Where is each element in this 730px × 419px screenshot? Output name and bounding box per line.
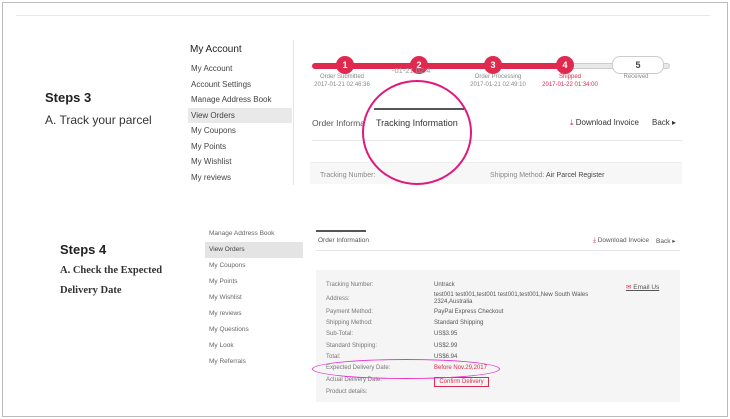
email-icon: ✉ — [626, 284, 632, 291]
steps3-title: Steps 3 — [45, 90, 92, 105]
steps3-subtitle: A. Track your parcel — [45, 113, 152, 127]
sidebar-heading: My Account — [190, 44, 242, 55]
chevron-right-icon: ▸ — [672, 118, 677, 127]
sidebar-item-account-settings[interactable]: Account Settings — [188, 77, 292, 93]
sidebar-item-my-reviews[interactable]: My reviews — [188, 170, 292, 186]
detail-label: Tracking Number: — [326, 282, 374, 288]
back-link[interactable]: Back ▸ — [656, 237, 676, 245]
sidebar-divider — [293, 40, 294, 185]
download-icon: ⤓ — [593, 237, 596, 244]
sidebar-item-my-account[interactable]: My Account — [188, 61, 292, 77]
detail-label: Standard Shipping: — [326, 343, 378, 349]
shipping-method-value: Air Parcel Register — [546, 172, 605, 179]
progress-step-1: 1 — [336, 56, 354, 74]
detail-value: PayPal Express Checkout — [434, 309, 504, 315]
email-us-link[interactable]: ✉ Email Us — [626, 283, 659, 291]
product-details-label: Product details: — [326, 389, 368, 395]
top-divider — [16, 15, 710, 16]
email-us-label: Email Us — [633, 284, 660, 291]
progress-step-5: 5 — [612, 56, 664, 74]
detail-label: Sub-Total: — [326, 331, 354, 337]
sidebar-item-manage-address-book[interactable]: Manage Address Book — [205, 226, 303, 242]
active-tab-indicator — [316, 230, 366, 232]
detail-label: Total: — [326, 354, 341, 360]
detail-label: Payment Method: — [326, 309, 374, 315]
sidebar-item-my-referrals[interactable]: My Referrals — [205, 354, 303, 370]
highlight-circle — [362, 80, 472, 185]
detail-label: Shipping Method: — [326, 320, 373, 326]
detail-value: test001 test001,test001 test001,test001,… — [434, 292, 589, 305]
sidebar-item-manage-address-book[interactable]: Manage Address Book — [188, 92, 292, 108]
detail-value: Standard Shipping — [434, 320, 484, 326]
back-label: Back — [652, 118, 670, 127]
download-icon: ⤓ — [570, 118, 574, 127]
step-3-label: Order Processing 2017-01-21 02:49:10 — [470, 74, 526, 88]
download-invoice-link[interactable]: ⤓ Download Invoice — [570, 118, 639, 128]
steps4-subtitle-line2: Delivery Date — [60, 285, 122, 296]
detail-value: Untrack — [434, 282, 455, 288]
tab-divider — [316, 250, 680, 251]
step3-sidebar: My Account My Account Account Settings M… — [188, 40, 292, 185]
confirm-delivery-button[interactable]: Confirm Delivery — [434, 377, 489, 387]
back-label: Back — [656, 238, 671, 245]
step-2-date-fragment: -01-21 02:4 — [392, 66, 431, 75]
tracking-number-label: Tracking Number: — [320, 172, 376, 179]
progress-step-3: 3 — [484, 56, 502, 74]
sidebar-item-view-orders[interactable]: View Orders — [205, 242, 303, 258]
detail-label: Address: — [326, 296, 350, 302]
sidebar-item-my-look[interactable]: My Look — [205, 338, 303, 354]
sidebar-item-my-coupons[interactable]: My Coupons — [188, 123, 292, 139]
download-invoice-label: Download Invoice — [597, 237, 649, 244]
steps4-subtitle-line1: A. Check the Expected — [60, 265, 163, 276]
shipping-method-label: Shipping Method: — [490, 172, 545, 179]
step-1-label: Order Submitted 2017-01-21 02:46:36 — [314, 74, 370, 88]
progress-step-4: 4 — [556, 56, 574, 74]
back-link[interactable]: Back ▸ — [652, 118, 676, 127]
sidebar-item-my-wishlist[interactable]: My Wishlist — [205, 290, 303, 306]
highlight-ellipse — [312, 359, 500, 379]
sidebar-item-view-orders[interactable]: View Orders — [188, 107, 292, 123]
sidebar-item-my-coupons[interactable]: My Coupons — [205, 258, 303, 274]
steps4-title: Steps 4 — [60, 242, 107, 257]
sidebar-item-my-points[interactable]: My Points — [188, 139, 292, 155]
sidebar-item-my-questions[interactable]: My Questions — [205, 322, 303, 338]
sidebar-item-my-reviews[interactable]: My reviews — [205, 306, 303, 322]
sidebar-item-my-points[interactable]: My Points — [205, 274, 303, 290]
shipping-method: Shipping Method: Air Parcel Register — [490, 172, 604, 179]
chevron-right-icon: ▸ — [672, 238, 676, 245]
detail-value: US$3.95 — [434, 331, 458, 337]
step-5-label: Received — [623, 74, 649, 80]
download-invoice-label: Download Invoice — [575, 118, 639, 127]
tab-order-information[interactable]: Order Informa — [312, 118, 365, 128]
download-invoice-link[interactable]: ⤓ Download Invoice — [593, 237, 649, 245]
tab-order-information[interactable]: Order Information — [318, 237, 369, 244]
step4-sidebar: Manage Address Book View Orders My Coupo… — [205, 226, 303, 370]
detail-value: US$2.99 — [434, 343, 458, 349]
sidebar-item-my-wishlist[interactable]: My Wishlist — [188, 154, 292, 170]
order-progress-bar: 1 2 3 4 5 — [312, 56, 672, 76]
